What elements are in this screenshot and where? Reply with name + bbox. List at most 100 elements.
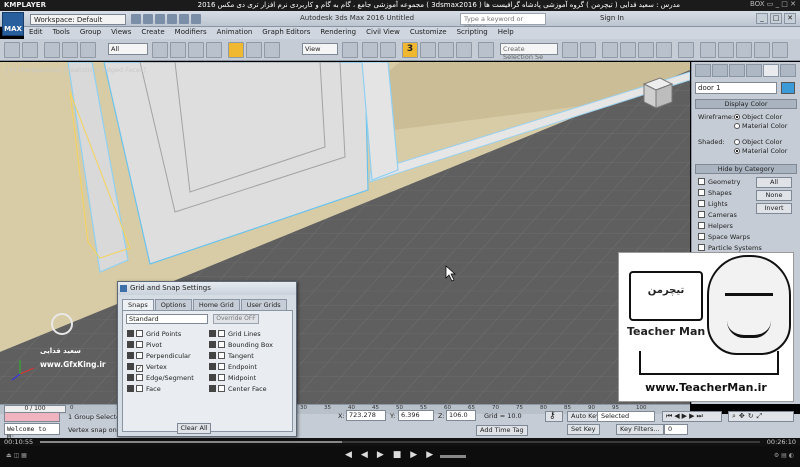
- select-by-name-icon[interactable]: [170, 42, 186, 58]
- create-tab-icon[interactable]: [695, 64, 711, 77]
- add-time-tag-button[interactable]: Add Time Tag: [476, 425, 528, 436]
- named-selection-set-dropdown[interactable]: Create Selection Se: [500, 43, 558, 61]
- menu-edit[interactable]: Edit: [24, 27, 48, 36]
- angle-snap-icon[interactable]: [420, 42, 436, 58]
- select-and-rotate-icon[interactable]: [246, 42, 262, 58]
- modify-tab-icon[interactable]: [712, 64, 728, 77]
- clear-all-button[interactable]: Clear All: [177, 423, 211, 434]
- snap-pivot[interactable]: Pivot: [127, 341, 162, 349]
- undo-icon[interactable]: [4, 42, 20, 58]
- hide-helpers-checkbox[interactable]: Helpers: [698, 222, 733, 230]
- selection-region-icon[interactable]: [188, 42, 204, 58]
- wireframe-material-color[interactable]: Material Color: [734, 122, 787, 130]
- perspective-viewport[interactable]: [+] [Perspective] [Realistic + Edged Fac…: [0, 62, 690, 404]
- playback-controls[interactable]: ⏮◀▶▶⏭: [662, 411, 722, 422]
- render-production-icon[interactable]: [736, 42, 752, 58]
- snap-grid-lines[interactable]: Grid Lines: [209, 330, 261, 338]
- y-coordinate-field[interactable]: 6.396: [398, 410, 434, 421]
- search-input[interactable]: Type a keyword or phrase: [460, 13, 546, 31]
- tab-user-grids[interactable]: User Grids: [240, 299, 287, 310]
- hide-particle-systems-checkbox[interactable]: Particle Systems: [698, 244, 762, 252]
- mirror-icon[interactable]: [562, 42, 578, 58]
- rendered-frame-window-icon[interactable]: [718, 42, 734, 58]
- menu-tools[interactable]: Tools: [48, 27, 75, 36]
- shaded-object-color[interactable]: Object Color: [734, 138, 782, 146]
- layer-explorer-icon[interactable]: [602, 42, 618, 58]
- hide-by-category-rollout[interactable]: Hide by Category: [695, 164, 797, 174]
- maximize-button[interactable]: □: [770, 13, 782, 24]
- volume-slider[interactable]: [440, 455, 466, 458]
- tab-home-grid[interactable]: Home Grid: [192, 299, 240, 310]
- kmplayer-right-controls[interactable]: ⚙ ▤ ◐: [774, 452, 794, 459]
- tab-snaps[interactable]: Snaps: [122, 299, 154, 310]
- minimize-button[interactable]: _: [756, 13, 768, 24]
- dialog-title-bar[interactable]: Grid and Snap Settings: [118, 282, 296, 295]
- display-tab-icon[interactable]: [763, 64, 779, 77]
- none-button[interactable]: None: [756, 190, 792, 201]
- spinner-snap-icon[interactable]: [456, 42, 472, 58]
- pivot-center-icon[interactable]: [342, 42, 358, 58]
- window-crossing-icon[interactable]: [206, 42, 222, 58]
- all-button[interactable]: All: [756, 177, 792, 188]
- unlink-icon[interactable]: [62, 42, 78, 58]
- snap-edge-segment[interactable]: Edge/Segment: [127, 374, 194, 382]
- maxscript-listener-mini[interactable]: [4, 412, 60, 422]
- menu-customize[interactable]: Customize: [405, 27, 452, 36]
- menu-help[interactable]: Help: [493, 27, 519, 36]
- align-icon[interactable]: [580, 42, 596, 58]
- sign-in-link[interactable]: Sign In: [600, 14, 624, 22]
- curve-editor-icon[interactable]: [638, 42, 654, 58]
- transport-buttons[interactable]: ◀◀▶■▶▶: [345, 450, 442, 460]
- select-and-move-icon[interactable]: [228, 42, 244, 58]
- menu-create[interactable]: Create: [136, 27, 169, 36]
- snap-grid-points[interactable]: Grid Points: [127, 330, 181, 338]
- render-iterative-icon[interactable]: [754, 42, 770, 58]
- menu-scripting[interactable]: Scripting: [452, 27, 493, 36]
- menu-rendering[interactable]: Rendering: [315, 27, 361, 36]
- snap-vertex[interactable]: Vertex: [127, 363, 167, 372]
- select-object-icon[interactable]: [152, 42, 168, 58]
- menu-civil-view[interactable]: Civil View: [361, 27, 405, 36]
- set-key-button[interactable]: Set Key: [567, 424, 600, 435]
- utilities-tab-icon[interactable]: [780, 64, 796, 77]
- snap-center-face[interactable]: Center Face: [209, 385, 267, 393]
- hide-cameras-checkbox[interactable]: Cameras: [698, 211, 737, 219]
- current-frame-field[interactable]: 0: [664, 424, 688, 435]
- viewport-label[interactable]: [+] [Perspective] [Realistic + Edged Fac…: [6, 66, 146, 74]
- invert-button[interactable]: Invert: [756, 203, 792, 214]
- wireframe-object-color[interactable]: Object Color: [734, 113, 782, 121]
- kmplayer-left-controls[interactable]: ⏏ ◫ ▦: [6, 452, 27, 459]
- render-online-icon[interactable]: [772, 42, 788, 58]
- shaded-material-color[interactable]: Material Color: [734, 147, 787, 155]
- snaps-toggle-icon[interactable]: 3: [402, 42, 418, 58]
- menu-modifiers[interactable]: Modifiers: [170, 27, 212, 36]
- schematic-view-icon[interactable]: [656, 42, 672, 58]
- kmplayer-window-controls[interactable]: BOX ▭ _ □ ✕: [750, 0, 796, 8]
- link-icon[interactable]: [44, 42, 60, 58]
- display-color-rollout[interactable]: Display Color: [695, 99, 797, 109]
- edit-named-selection-icon[interactable]: [478, 42, 494, 58]
- kmplayer-seek-bar[interactable]: [0, 438, 800, 446]
- hide-lights-checkbox[interactable]: Lights: [698, 200, 728, 208]
- project-icon[interactable]: [191, 14, 201, 24]
- menu-animation[interactable]: Animation: [212, 27, 258, 36]
- menu-group[interactable]: Group: [75, 27, 106, 36]
- application-button[interactable]: MAX: [2, 12, 24, 36]
- key-icon[interactable]: ⚷: [545, 411, 563, 422]
- render-setup-icon[interactable]: [700, 42, 716, 58]
- menu-views[interactable]: Views: [106, 27, 136, 36]
- hide-shapes-checkbox[interactable]: Shapes: [698, 189, 732, 197]
- key-filters-button[interactable]: Key Filters...: [616, 424, 664, 435]
- menu-graph-editors[interactable]: Graph Editors: [257, 27, 315, 36]
- close-button[interactable]: ✕: [784, 13, 796, 24]
- motion-tab-icon[interactable]: [746, 64, 762, 77]
- viewport-navigation-controls[interactable]: ⌕✥↻⤢: [728, 411, 794, 422]
- tab-options[interactable]: Options: [154, 299, 192, 310]
- x-coordinate-field[interactable]: 723.278: [346, 410, 386, 421]
- snap-endpoint[interactable]: Endpoint: [209, 363, 257, 371]
- hide-space-warps-checkbox[interactable]: Space Warps: [698, 233, 750, 241]
- save-icon[interactable]: [155, 14, 165, 24]
- keyboard-shortcut-override-icon[interactable]: [380, 42, 396, 58]
- snap-preset-dropdown[interactable]: Standard: [126, 314, 208, 324]
- selection-filter-dropdown[interactable]: All: [108, 43, 148, 55]
